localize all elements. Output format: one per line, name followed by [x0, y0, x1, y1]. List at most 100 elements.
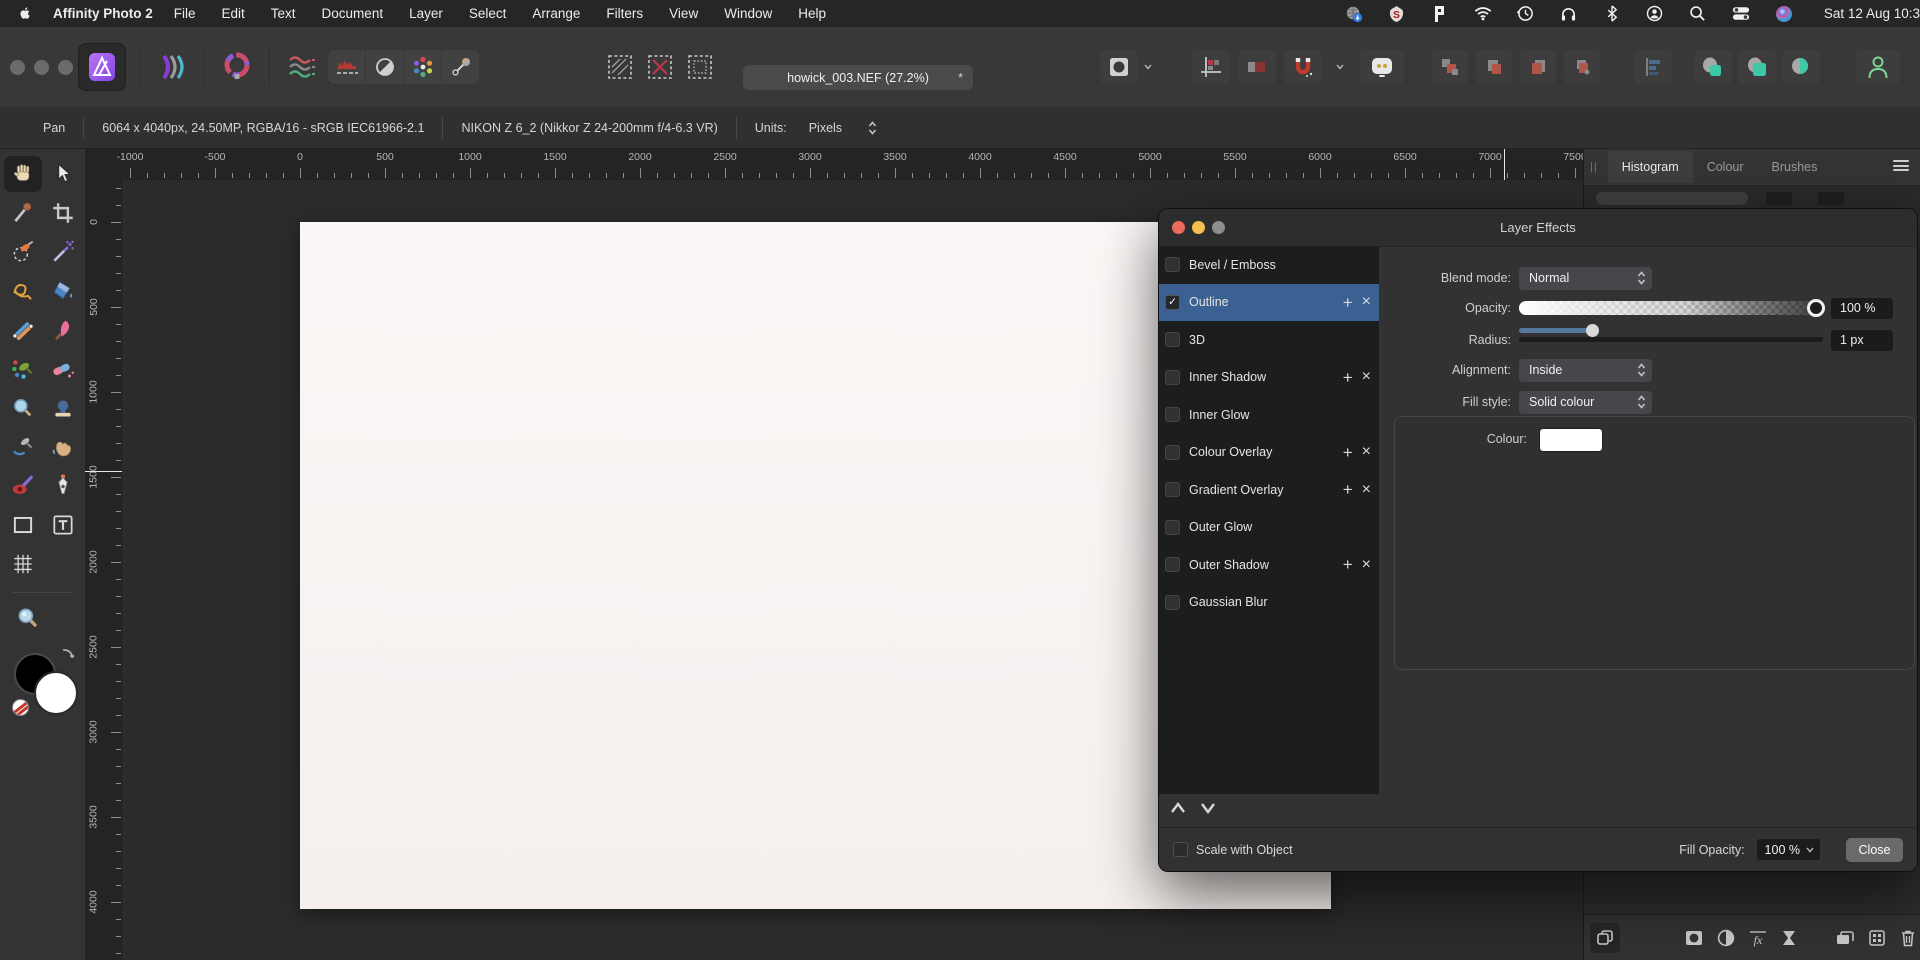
move-forward-icon[interactable]	[1476, 50, 1512, 84]
menubar-clock[interactable]: Sat 12 Aug 10:3	[1824, 6, 1920, 21]
red-eye-removal-tool[interactable]	[4, 468, 42, 504]
layer-colour-tag-button[interactable]	[1238, 50, 1276, 84]
zoom-tool[interactable]	[9, 601, 47, 637]
assistant-button[interactable]	[1360, 50, 1404, 84]
apple-menu-icon[interactable]	[18, 5, 33, 22]
globe-download-icon[interactable]	[1345, 5, 1363, 23]
geometry-add-icon[interactable]	[1694, 50, 1732, 84]
tone-mapping-persona-button[interactable]	[283, 44, 321, 90]
vertical-ruler[interactable]: 0 500 1000 1500 2000 2500 3000 3500 4000	[85, 180, 123, 960]
window-close-button[interactable]	[10, 59, 25, 75]
bluetooth-icon[interactable]	[1603, 5, 1621, 23]
white-balance-icon[interactable]	[442, 50, 479, 84]
add-effect-instance-button[interactable]: +	[1343, 369, 1353, 386]
menu-edit[interactable]: Edit	[209, 6, 258, 21]
move-to-back-icon[interactable]	[1564, 50, 1600, 84]
move-effect-down-button[interactable]	[1197, 797, 1219, 819]
blend-mode-dropdown[interactable]: Normal	[1519, 266, 1652, 290]
radius-slider[interactable]	[1519, 324, 1823, 352]
histogram-adjust-icon[interactable]	[328, 50, 366, 84]
colour-wheel-icon[interactable]	[404, 50, 442, 84]
gradient-tool[interactable]	[4, 312, 42, 348]
text-tool[interactable]	[44, 507, 82, 543]
move-to-front-icon[interactable]	[1432, 50, 1468, 84]
effect-checkbox[interactable]	[1165, 332, 1180, 348]
opacity-slider-thumb[interactable]	[1807, 299, 1825, 317]
move-tool[interactable]	[44, 156, 82, 192]
panel-menu-icon[interactable]	[1893, 160, 1909, 174]
live-filter-icon[interactable]: fx	[1745, 925, 1771, 951]
menu-select[interactable]: Select	[456, 6, 520, 21]
add-effect-instance-button[interactable]: +	[1343, 556, 1353, 573]
remove-effect-instance-button[interactable]: ×	[1362, 444, 1371, 460]
headphones-icon[interactable]	[1560, 5, 1578, 23]
quick-mask-button[interactable]	[1100, 50, 1138, 84]
effect-checkbox[interactable]	[1165, 369, 1180, 385]
effect-checkbox[interactable]	[1165, 444, 1180, 460]
crop-tool[interactable]	[44, 195, 82, 231]
horizontal-ruler[interactable]: -1000 -500 0 500 1000 1500 2000 2500 3000 3500 400…	[85, 148, 1583, 181]
duplicate-layer-icon[interactable]	[1590, 922, 1620, 953]
fill-style-dropdown[interactable]: Solid colour	[1519, 390, 1652, 414]
magnet-snap-button[interactable]	[1284, 50, 1322, 84]
magnet-snap-dropdown-icon[interactable]	[1333, 50, 1347, 84]
account-button[interactable]	[1856, 50, 1900, 84]
pattern-layer-icon[interactable]	[1864, 925, 1890, 951]
units-dropdown[interactable]: Pixels	[801, 118, 885, 138]
effect-row-bevel-emboss[interactable]: Bevel / Emboss	[1159, 246, 1379, 284]
s-badge-icon[interactable]: S	[1388, 5, 1406, 23]
effect-row-outer-shadow[interactable]: Outer Shadow + ×	[1159, 546, 1379, 584]
adjustment-layer-icon[interactable]	[1713, 925, 1739, 951]
rectangle-tool[interactable]	[4, 507, 42, 543]
selection-new-icon[interactable]	[604, 52, 635, 83]
dialog-titlebar[interactable]: Layer Effects	[1159, 209, 1917, 247]
search-icon[interactable]	[1689, 5, 1707, 23]
tab-brushes[interactable]: Brushes	[1758, 151, 1832, 183]
radius-slider-thumb[interactable]	[1585, 324, 1599, 337]
opacity-value[interactable]: 100 %	[1831, 297, 1893, 319]
selection-intersect-icon[interactable]	[684, 52, 715, 83]
effect-row-inner-shadow[interactable]: Inner Shadow + ×	[1159, 359, 1379, 397]
contrast-icon[interactable]	[366, 50, 404, 84]
menu-window[interactable]: Window	[711, 6, 785, 21]
user-account-icon[interactable]	[1646, 5, 1664, 23]
erase-brush-tool[interactable]	[44, 351, 82, 387]
menu-arrange[interactable]: Arrange	[519, 6, 593, 21]
no-colour-icon[interactable]	[12, 699, 29, 716]
radius-value[interactable]: 1 px	[1831, 329, 1893, 351]
add-effect-instance-button[interactable]: +	[1343, 481, 1353, 498]
time-machine-icon[interactable]	[1517, 5, 1535, 23]
siri-icon[interactable]	[1775, 5, 1793, 23]
histogram-option-swatch[interactable]	[1766, 192, 1792, 205]
opacity-slider-track[interactable]	[1519, 301, 1823, 315]
effect-checkbox[interactable]	[1165, 257, 1180, 273]
geometry-intersect-icon[interactable]	[1782, 50, 1820, 84]
effect-row-inner-glow[interactable]: Inner Glow	[1159, 396, 1379, 434]
menu-file[interactable]: File	[161, 6, 209, 21]
close-button[interactable]: Close	[1846, 837, 1903, 862]
mask-layer-icon[interactable]	[1682, 925, 1708, 951]
panel-grip-icon[interactable]: ||	[1590, 161, 1598, 173]
burn-tool[interactable]	[44, 429, 82, 465]
window-controls[interactable]	[10, 27, 73, 107]
quick-mask-dropdown-icon[interactable]	[1141, 50, 1155, 84]
tab-colour[interactable]: Colour	[1693, 151, 1758, 183]
mesh-warp-tool[interactable]	[4, 546, 42, 582]
selection-brush-tool[interactable]	[4, 234, 42, 270]
blur-tool[interactable]	[4, 390, 42, 426]
tab-histogram[interactable]: Histogram	[1607, 150, 1693, 183]
effect-row-3d[interactable]: 3D	[1159, 321, 1379, 359]
remove-effect-instance-button[interactable]: ×	[1362, 294, 1371, 310]
colour-replacement-brush-tool[interactable]	[4, 351, 42, 387]
active-app-name[interactable]: Affinity Photo 2	[53, 6, 153, 21]
effect-checkbox[interactable]: ✓	[1165, 294, 1180, 310]
effect-row-gaussian-blur[interactable]: Gaussian Blur	[1159, 584, 1379, 622]
effect-row-outline[interactable]: ✓ Outline + ×	[1159, 283, 1379, 321]
paint-brush-tool[interactable]	[44, 312, 82, 348]
effect-checkbox[interactable]	[1165, 482, 1180, 498]
photo-persona-button[interactable]	[78, 43, 126, 91]
histogram-channel-dropdown[interactable]	[1596, 192, 1748, 205]
fill-opacity-dropdown[interactable]: 100 %	[1756, 839, 1820, 860]
group-layers-icon[interactable]	[1832, 925, 1858, 951]
effect-row-outer-glow[interactable]: Outer Glow	[1159, 509, 1379, 547]
